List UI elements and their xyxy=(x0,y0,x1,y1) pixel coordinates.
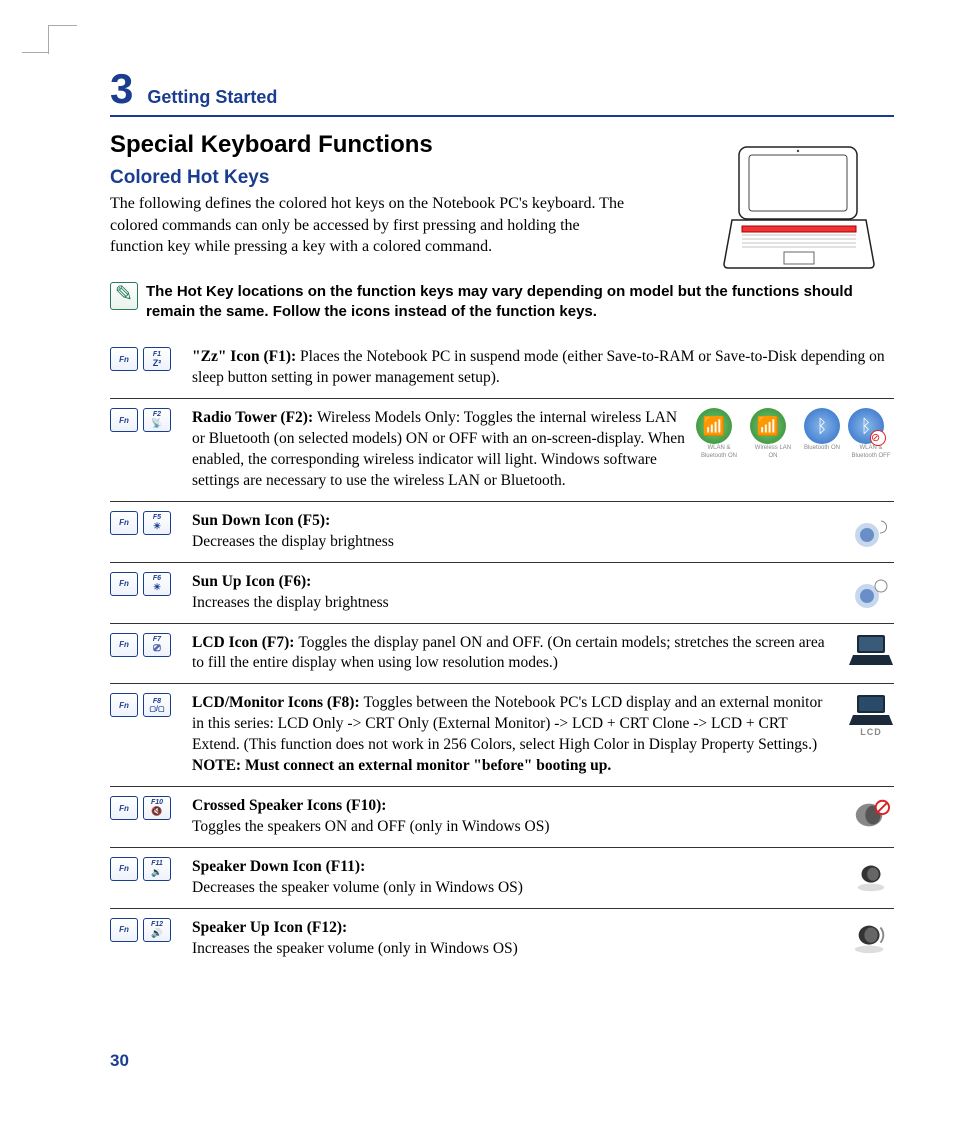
fn-key-icon: Fn xyxy=(110,511,138,535)
f6-key-icon: F6☀ xyxy=(143,572,171,596)
note-box: ✎ The Hot Key locations on the function … xyxy=(110,282,894,323)
wifi-bt-on-icon: 📶 xyxy=(696,408,732,444)
brightness-down-icon xyxy=(848,511,894,551)
wifi-bt-off-icon: ᛒ⊘ xyxy=(848,408,884,444)
hotkey-row-f11: Fn F11🔉 Speaker Down Icon (F11): Decrease… xyxy=(110,848,894,909)
hotkey-row-f2: Fn F2📡 📶WLAN & Bluetooth ON 📶Wireless LA… xyxy=(110,399,894,502)
chapter-header: 3 Getting Started xyxy=(110,65,894,117)
hotkey-row-f8: Fn F8▢/▢ LCD/Monitor Icons (F8): Toggles… xyxy=(110,684,894,787)
speaker-down-icon xyxy=(848,857,894,895)
note-text: The Hot Key locations on the function ke… xyxy=(146,282,894,323)
hotkey-row-f12: Fn F12🔊 Speaker Up Icon (F12): Increases … xyxy=(110,909,894,969)
brightness-up-icon xyxy=(848,572,894,612)
f8-key-icon: F8▢/▢ xyxy=(143,693,171,717)
row-note: NOTE: Must connect an external monitor "… xyxy=(192,757,611,774)
intro-paragraph: The following defines the colored hot ke… xyxy=(110,193,630,258)
chapter-number: 3 xyxy=(110,65,133,113)
fn-key-icon: Fn xyxy=(110,693,138,717)
row-body: Decreases the speaker volume (only in Wi… xyxy=(192,879,523,896)
row-title: "Zz" Icon (F1): xyxy=(192,348,300,365)
hotkey-row-f5: Fn F5☀ Sun Down Icon (F5): Decreases the … xyxy=(110,502,894,563)
fn-key-icon: Fn xyxy=(110,347,138,371)
row-title: Sun Up Icon (F6): xyxy=(192,573,311,590)
row-title: Crossed Speaker Icons (F10): xyxy=(192,797,386,814)
bt-on-icon: ᛒ xyxy=(804,408,840,444)
speaker-mute-icon xyxy=(848,796,894,834)
f11-key-icon: F11🔉 xyxy=(143,857,171,881)
row-body: Increases the display brightness xyxy=(192,594,389,611)
fn-key-icon: Fn xyxy=(110,572,138,596)
row-title: Radio Tower (F2): xyxy=(192,409,317,426)
f7-key-icon: F7⎚ xyxy=(143,633,171,657)
row-title: Speaker Down Icon (F11): xyxy=(192,858,365,875)
wifi-status-icons: 📶WLAN & Bluetooth ON 📶Wireless LAN ON ᛒB… xyxy=(696,408,894,460)
hotkey-row-f7: Fn F7⎚ LCD Icon (F7): Toggles the displa… xyxy=(110,624,894,685)
fn-key-icon: Fn xyxy=(110,918,138,942)
hotkey-row-f10: Fn F10🔇 Crossed Speaker Icons (F10): Togg… xyxy=(110,787,894,848)
f2-key-icon: F2📡 xyxy=(143,408,171,432)
f5-key-icon: F5☀ xyxy=(143,511,171,535)
note-icon: ✎ xyxy=(110,282,138,310)
fn-key-icon: Fn xyxy=(110,408,138,432)
speaker-up-icon xyxy=(848,918,894,956)
row-title: Speaker Up Icon (F12): xyxy=(192,919,347,936)
f1-key-icon: F1Z² xyxy=(143,347,171,371)
fn-key-icon: Fn xyxy=(110,857,138,881)
f10-key-icon: F10🔇 xyxy=(143,796,171,820)
hotkey-list: Fn F1Z² "Zz" Icon (F1): Places the Noteb… xyxy=(110,338,894,968)
chapter-title: Getting Started xyxy=(147,87,277,107)
wifi-on-icon: 📶 xyxy=(750,408,786,444)
lcd-icon xyxy=(848,633,894,667)
row-title: LCD Icon (F7): xyxy=(192,634,298,651)
row-title: Sun Down Icon (F5): xyxy=(192,512,330,529)
hotkey-row-f1: Fn F1Z² "Zz" Icon (F1): Places the Noteb… xyxy=(110,338,894,399)
row-body: Increases the speaker volume (only in Wi… xyxy=(192,940,518,957)
laptop-illustration xyxy=(714,142,884,272)
page-number: 30 xyxy=(110,1051,129,1071)
row-body: Toggles the speakers ON and OFF (only in… xyxy=(192,818,550,835)
row-title: LCD/Monitor Icons (F8): xyxy=(192,694,364,711)
fn-key-icon: Fn xyxy=(110,796,138,820)
row-body: Decreases the display brightness xyxy=(192,533,394,550)
f12-key-icon: F12🔊 xyxy=(143,918,171,942)
lcd-monitor-icon: LCD xyxy=(848,693,894,737)
fn-key-icon: Fn xyxy=(110,633,138,657)
hotkey-row-f6: Fn F6☀ Sun Up Icon (F6): Increases the di… xyxy=(110,563,894,624)
